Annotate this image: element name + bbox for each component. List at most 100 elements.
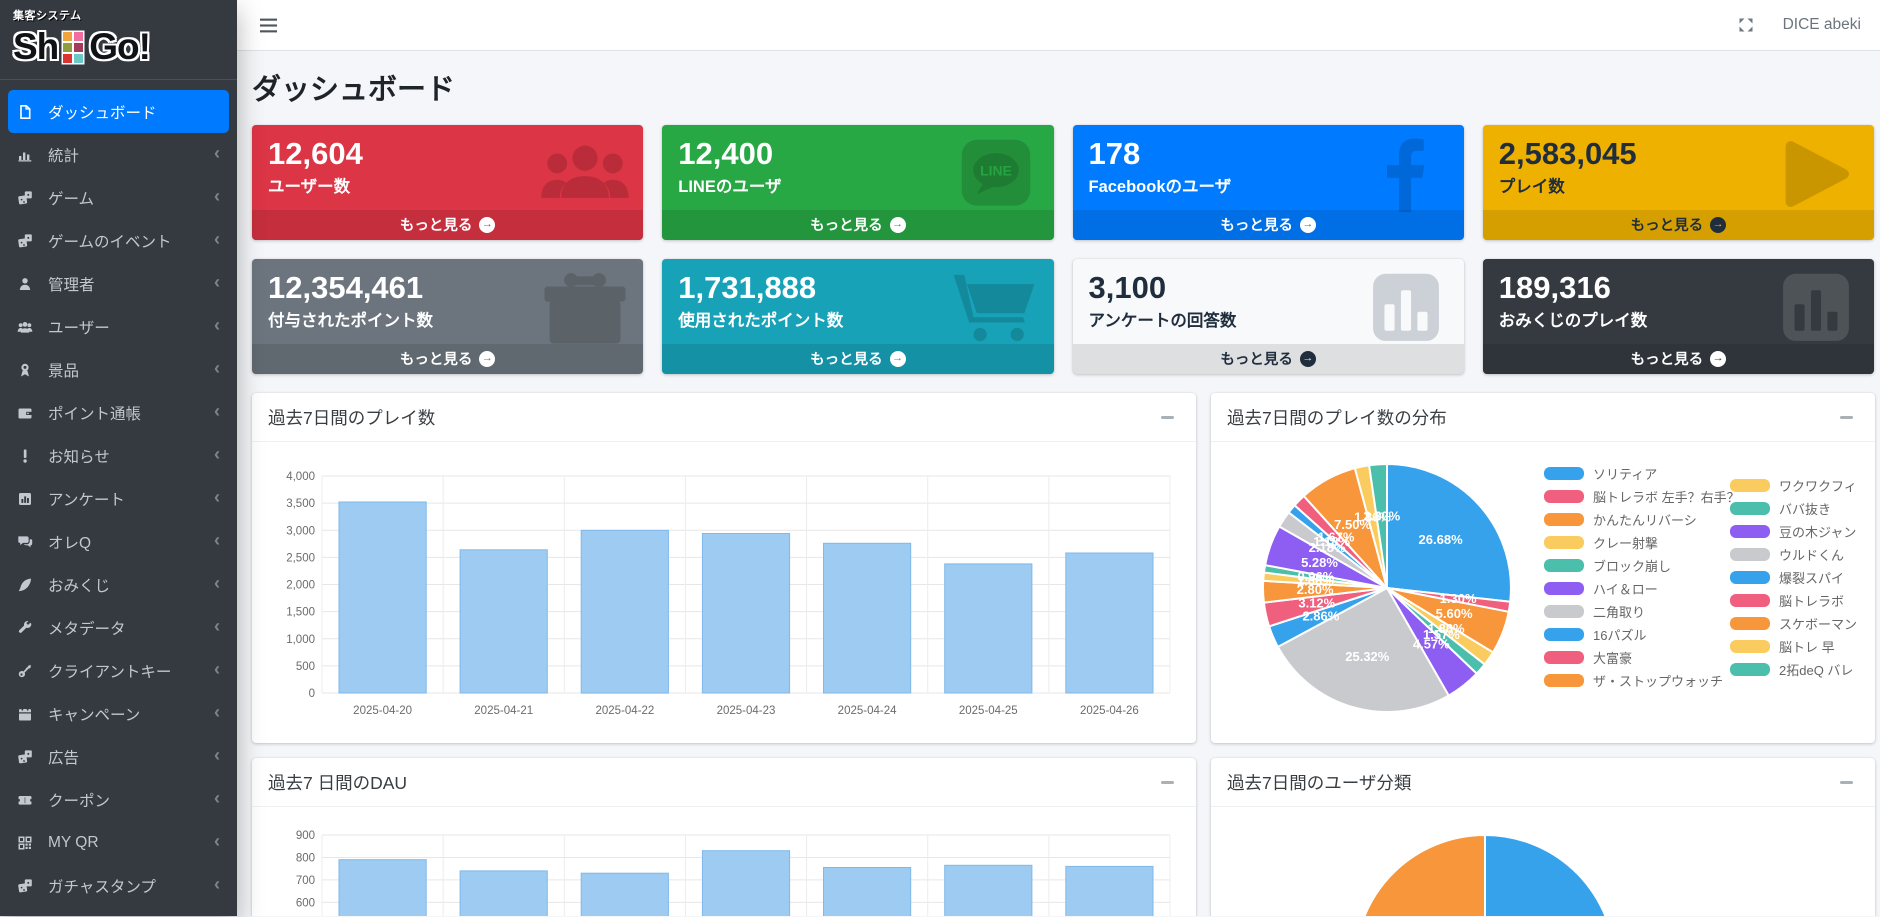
more-label: もっと見る	[1220, 214, 1293, 235]
legend-item[interactable]: スケボーマン	[1730, 612, 1862, 635]
sidebar-item-7[interactable]: ポイント通帳‹	[8, 391, 229, 434]
sidebar-item-6[interactable]: 景品‹	[8, 348, 229, 391]
sidebar-item-3[interactable]: ゲームのイベント‹	[8, 219, 229, 262]
stat-card-4: 12,354,461付与されたポイント数もっと見る→	[252, 259, 643, 374]
svg-text:2025-04-21: 2025-04-21	[474, 705, 533, 717]
file-icon	[17, 104, 41, 120]
sidebar-item-14[interactable]: キャンペーン‹	[8, 692, 229, 735]
collapse-minus-icon[interactable]	[1833, 409, 1859, 427]
svg-text:26.68%: 26.68%	[1419, 532, 1464, 547]
arrow-circle-right-icon: →	[479, 217, 495, 233]
chevron-left-icon: ‹	[214, 445, 220, 466]
collapse-minus-icon[interactable]	[1154, 774, 1180, 792]
sidebar-item-2[interactable]: ゲーム‹	[8, 176, 229, 219]
sidebar-item-4[interactable]: 管理者‹	[8, 262, 229, 305]
fullscreen-expand-icon[interactable]	[1736, 15, 1756, 35]
navbar-right: DICE abeki	[1736, 15, 1861, 35]
brand-logo[interactable]: 集客システム Sh Go!	[0, 0, 237, 80]
stat-card-body: 12,400LINEのユーザ	[662, 125, 1053, 210]
more-link[interactable]: もっと見る→	[252, 210, 643, 240]
sidebar-item-12[interactable]: メタデータ‹	[8, 606, 229, 649]
more-link[interactable]: もっと見る→	[252, 344, 643, 374]
legend-item[interactable]: 2拓deQ バレ	[1730, 658, 1862, 681]
sidebar-item-15[interactable]: 広告‹	[8, 735, 229, 778]
legend-item[interactable]: クレー射撃	[1544, 531, 1740, 554]
chevron-left-icon: ‹	[214, 144, 220, 165]
legend-item[interactable]: 脳トレ 早	[1730, 635, 1862, 658]
sidebar-item-8[interactable]: お知らせ‹	[8, 434, 229, 477]
legend-label: ワクワクフィ	[1779, 476, 1857, 495]
more-link[interactable]: もっと見る→	[1483, 210, 1874, 240]
svg-text:4,000: 4,000	[286, 471, 315, 483]
legend-item[interactable]: かんたんリバーシ	[1544, 508, 1740, 531]
svg-text:800: 800	[296, 853, 315, 865]
hamburger-menu-icon[interactable]	[256, 14, 281, 37]
legend-item[interactable]: 大富豪	[1544, 646, 1740, 669]
sidebar-item-label: クーポン	[48, 789, 214, 811]
sidebar-item-18[interactable]: ガチャスタンプ‹	[8, 864, 229, 907]
svg-text:2.86%: 2.86%	[1302, 608, 1339, 623]
more-link[interactable]: もっと見る→	[1483, 344, 1874, 374]
sidebar-item-17[interactable]: MY QR‹	[8, 821, 229, 864]
sidebar-item-0[interactable]: ダッシュボード	[8, 90, 229, 133]
legend-item[interactable]: 脳トレラボ 左手？右手？	[1544, 485, 1740, 508]
panel-title: 過去7日間のユーザ分類	[1227, 770, 1411, 795]
sidebar-item-5[interactable]: ユーザー‹	[8, 305, 229, 348]
passbook-icon	[17, 405, 41, 421]
more-link[interactable]: もっと見る→	[1073, 344, 1464, 374]
more-label: もっと見る	[810, 214, 883, 235]
legend-swatch	[1730, 502, 1770, 515]
stat-label: 付与されたポイント数	[268, 311, 627, 332]
legend-item[interactable]: 16パズル	[1544, 623, 1740, 646]
more-link[interactable]: もっと見る→	[1073, 210, 1464, 240]
legend-label: 脳トレラボ 左手？右手？	[1593, 487, 1740, 506]
legend-label: スケボーマン	[1779, 614, 1857, 633]
legend-item[interactable]: ザ・ストップウォッチ	[1544, 669, 1740, 692]
sidebar-item-10[interactable]: オレQ‹	[8, 520, 229, 563]
sidebar-item-16[interactable]: クーポン‹	[8, 778, 229, 821]
stat-card-body: 178Facebookのユーザ	[1073, 125, 1464, 210]
sidebar-item-9[interactable]: アンケート‹	[8, 477, 229, 520]
legend-swatch	[1730, 663, 1770, 676]
survey-icon	[17, 491, 41, 507]
svg-text:3,500: 3,500	[286, 498, 315, 510]
legend-item[interactable]: 二角取り	[1544, 600, 1740, 623]
svg-text:0: 0	[309, 688, 315, 700]
legend-item[interactable]: ワクワクフィ	[1730, 474, 1862, 497]
legend-item[interactable]: ババ抜き	[1730, 497, 1862, 520]
sidebar-item-label: ゲーム	[48, 187, 214, 209]
legend-item[interactable]: ソリティア	[1544, 462, 1740, 485]
legend-item[interactable]: 脳トレラボ	[1730, 589, 1862, 612]
legend-swatch	[1730, 479, 1770, 492]
legend-item[interactable]: ハイ＆ロー	[1544, 577, 1740, 600]
legend-item[interactable]: ブロック崩し	[1544, 554, 1740, 577]
sidebar-item-1[interactable]: 統計‹	[8, 133, 229, 176]
stat-card-body: 3,100アンケートの回答数	[1073, 259, 1464, 344]
legend-swatch	[1544, 628, 1584, 641]
collapse-minus-icon[interactable]	[1154, 409, 1180, 427]
legend-swatch	[1730, 525, 1770, 538]
legend-label: ザ・ストップウォッチ	[1593, 671, 1723, 690]
bar-chart: 0100200300400500600700800900	[264, 815, 1184, 916]
svg-text:600: 600	[296, 897, 315, 909]
sidebar-item-13[interactable]: クライアントキー‹	[8, 649, 229, 692]
coupon-icon	[17, 792, 41, 808]
sidebar-item-label: 景品	[48, 359, 214, 381]
prize-icon	[17, 362, 41, 378]
svg-text:700: 700	[296, 875, 315, 887]
legend-item[interactable]: 爆裂スパイ	[1730, 566, 1862, 589]
panel-distribution: 過去7日間のプレイ数の分布 26.68%1.30%5.60%1.86%1.57%…	[1211, 393, 1875, 743]
legend-item[interactable]: 豆の木ジャン	[1730, 520, 1862, 543]
stat-card-0: 12,604ユーザー数もっと見る→	[252, 125, 643, 240]
logo-squares-icon	[63, 32, 83, 63]
more-link[interactable]: もっと見る→	[662, 344, 1053, 374]
collapse-minus-icon[interactable]	[1833, 774, 1859, 792]
legend-item[interactable]: ウルドくん	[1730, 543, 1862, 566]
stat-value: 3,100	[1089, 270, 1448, 306]
legend-swatch	[1544, 467, 1584, 480]
user-name[interactable]: DICE abeki	[1783, 16, 1861, 34]
svg-text:2.30%: 2.30%	[1363, 508, 1400, 523]
sidebar-item-11[interactable]: おみくじ‹	[8, 563, 229, 606]
pie-legend-col2: ワクワクフィババ抜き豆の木ジャンウルドくん爆裂スパイ脳トレラボスケボーマン脳トレ…	[1730, 474, 1862, 681]
more-link[interactable]: もっと見る→	[662, 210, 1053, 240]
